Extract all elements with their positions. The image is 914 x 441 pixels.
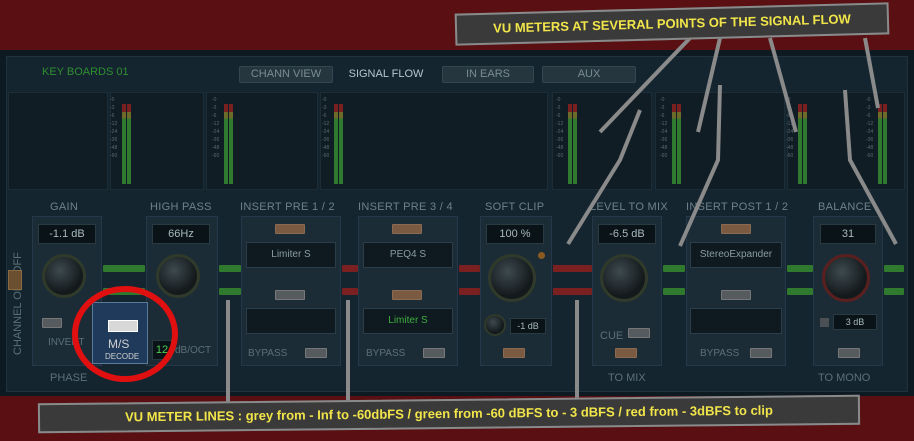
arrow-4 [863, 37, 880, 109]
arrow-3 [768, 37, 798, 133]
arrow-2 [696, 37, 722, 133]
arrow-6 [678, 84, 722, 247]
arrow-1 [598, 36, 692, 134]
annotation-arrows [226, 36, 898, 404]
arrow-7 [843, 89, 898, 245]
